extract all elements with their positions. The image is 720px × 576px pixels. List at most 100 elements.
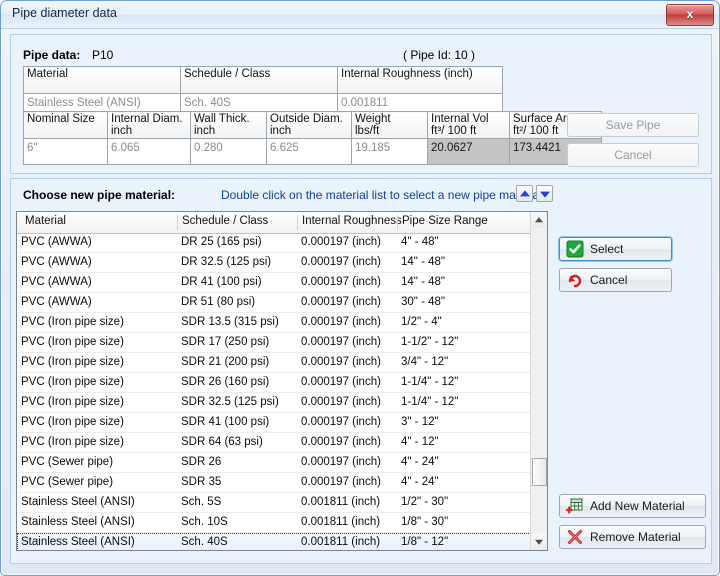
list-item[interactable]: PVC (Iron pipe size) SDR 64 (63 psi) 0.000… xyxy=(17,433,547,453)
list-item[interactable]: PVC (AWWA) DR 25 (165 psi) 0.000197 (inch)… xyxy=(17,233,547,253)
list-item-range: 1/8" - 12" xyxy=(401,536,449,548)
list-item[interactable]: PVC (Iron pipe size) SDR 41 (100 psi) 0.00… xyxy=(17,413,547,433)
cancel-pipe-button[interactable]: Cancel xyxy=(567,143,699,167)
list-item-range: 1-1/4" - 12" xyxy=(401,376,459,388)
list-item-schedule: SDR 41 (100 psi) xyxy=(181,416,270,428)
list-item[interactable]: PVC (Iron pipe size) SDR 17 (250 psi) 0.00… xyxy=(17,333,547,353)
list-item-schedule: Sch. 5S xyxy=(181,496,222,508)
list-item-schedule: SDR 26 xyxy=(181,456,222,468)
list-item-material: PVC (Iron pipe size) xyxy=(21,416,124,428)
header-line1: Outside Diam. xyxy=(270,113,343,125)
header-nominal-size: Nominal Size xyxy=(23,111,108,139)
list-item-schedule: SDR 35 xyxy=(181,476,222,488)
header-line1: Wall Thick. xyxy=(194,113,250,125)
list-item-range: 4" - 24" xyxy=(401,476,439,488)
list-item-range: 30" - 48" xyxy=(401,296,445,308)
list-item-material: PVC (Iron pipe size) xyxy=(21,436,124,448)
list-item[interactable]: PVC (Iron pipe size) SDR 13.5 (315 psi) 0.… xyxy=(17,313,547,333)
scroll-down-button[interactable] xyxy=(531,534,546,550)
pipe-data-label: Pipe data: xyxy=(23,48,81,62)
list-item-material: PVC (Iron pipe size) xyxy=(21,376,124,388)
save-pipe-label: Save Pipe xyxy=(605,118,661,132)
list-item[interactable]: PVC (Iron pipe size) SDR 21 (200 psi) 0.00… xyxy=(17,353,547,373)
list-item-material: PVC (Sewer pipe) xyxy=(21,476,114,488)
list-item-schedule: SDR 21 (200 psi) xyxy=(181,356,270,368)
list-item-material: Stainless Steel (ANSI) xyxy=(21,536,135,548)
list-item-schedule: Sch. 10S xyxy=(181,516,228,528)
scroll-up-button[interactable] xyxy=(531,212,546,228)
list-item-material: PVC (AWWA) xyxy=(21,256,92,268)
close-button[interactable]: x xyxy=(666,4,714,26)
scroll-down-icon xyxy=(534,539,543,545)
list-header-schedule: Schedule / Class xyxy=(177,215,294,230)
list-item-roughness: 0.000197 (inch) xyxy=(301,296,381,308)
choose-material-title: Choose new pipe material: xyxy=(23,188,176,202)
list-item-range: 1/2" - 30" xyxy=(401,496,449,508)
add-new-material-button[interactable]: Add New Material xyxy=(559,494,706,518)
header-schedule: Schedule / Class xyxy=(180,66,338,94)
list-item[interactable]: Stainless Steel (ANSI) Sch. 5S 0.001811 (i… xyxy=(17,493,547,513)
header-line2: ft³/ 100 ft xyxy=(431,125,477,137)
material-list-rows: PVC (AWWA) DR 25 (165 psi) 0.000197 (inch)… xyxy=(17,233,547,550)
add-new-material-label: Add New Material xyxy=(590,499,685,513)
cancel-pipe-label: Cancel xyxy=(614,148,652,162)
list-item[interactable]: PVC (AWWA) DR 41 (100 psi) 0.000197 (inch)… xyxy=(17,273,547,293)
table-value-row: 6" 6.065 0.280 6.625 19.185 20.0627 173.… xyxy=(23,138,602,165)
move-down-button[interactable] xyxy=(536,185,553,202)
list-item-schedule: DR 41 (100 psi) xyxy=(181,276,262,288)
list-item-range: 4" - 12" xyxy=(401,436,439,448)
list-item-range: 3" - 12" xyxy=(401,416,439,428)
close-icon: x xyxy=(686,7,694,21)
list-header-roughness: Internal Roughness xyxy=(297,215,402,230)
material-list-scrollbar[interactable] xyxy=(530,212,547,550)
list-item-material: PVC (Iron pipe size) xyxy=(21,336,124,348)
list-item-roughness: 0.001811 (inch) xyxy=(301,496,381,508)
list-header-size-range: Pipe Size Range xyxy=(397,215,532,230)
list-item[interactable]: PVC (Sewer pipe) SDR 26 0.000197 (inch) 4" … xyxy=(17,453,547,473)
list-item-range: 4" - 24" xyxy=(401,456,439,468)
list-item[interactable]: PVC (AWWA) DR 51 (80 psi) 0.000197 (inch) 3… xyxy=(17,293,547,313)
move-up-button[interactable] xyxy=(516,185,533,202)
list-item-range: 14" - 48" xyxy=(401,256,445,268)
cancel-selection-button[interactable]: Cancel xyxy=(559,268,672,292)
save-pipe-button[interactable]: Save Pipe xyxy=(567,113,699,137)
list-item-roughness: 0.000197 (inch) xyxy=(301,476,381,488)
add-table-icon xyxy=(565,497,584,515)
list-item[interactable]: PVC (Iron pipe size) SDR 32.5 (125 psi) 0.… xyxy=(17,393,547,413)
value-internal-vol: 20.0627 xyxy=(427,138,510,165)
list-item[interactable]: PVC (Iron pipe size) SDR 26 (160 psi) 0.00… xyxy=(17,373,547,393)
header-wall-thick: Wall Thick. inch xyxy=(190,111,267,139)
list-item[interactable]: PVC (AWWA) DR 32.5 (125 psi) 0.000197 (inc… xyxy=(17,253,547,273)
header-line2: inch xyxy=(270,125,292,137)
list-item[interactable]: PVC (Sewer pipe) SDR 35 0.000197 (inch) 4" … xyxy=(17,473,547,493)
triangle-down-icon xyxy=(539,191,550,198)
list-item-roughness: 0.000197 (inch) xyxy=(301,236,381,248)
list-item-material: Stainless Steel (ANSI) xyxy=(21,516,135,528)
remove-material-label: Remove Material xyxy=(590,530,681,544)
list-item[interactable]: Stainless Steel (ANSI) Sch. 40S 0.001811 (… xyxy=(17,533,547,550)
list-item-roughness: 0.000197 (inch) xyxy=(301,456,381,468)
pipe-size-table: Nominal Size Internal Diam. inch Wall Th… xyxy=(23,111,602,165)
scroll-up-icon xyxy=(534,217,543,223)
select-button[interactable]: Select xyxy=(559,237,672,261)
list-item-material: PVC (Iron pipe size) xyxy=(21,316,124,328)
header-outside-diam: Outside Diam. inch xyxy=(266,111,352,139)
header-material: Material xyxy=(23,66,181,94)
list-item-roughness: 0.001811 (inch) xyxy=(301,536,381,548)
list-item-range: 1/8" - 30" xyxy=(401,516,449,528)
list-item-material: Stainless Steel (ANSI) xyxy=(21,496,135,508)
list-item-schedule: SDR 17 (250 psi) xyxy=(181,336,270,348)
material-list[interactable]: Material Schedule / Class Internal Rough… xyxy=(16,211,548,551)
value-weight: 19.185 xyxy=(351,138,428,165)
list-item-range: 4" - 48" xyxy=(401,236,439,248)
scrollbar-thumb[interactable] xyxy=(532,458,547,486)
list-item-roughness: 0.000197 (inch) xyxy=(301,276,381,288)
list-item-schedule: DR 32.5 (125 psi) xyxy=(181,256,272,268)
select-label: Select xyxy=(590,242,624,256)
choose-material-hint: Double click on the material list to sel… xyxy=(221,188,546,202)
list-item-schedule: SDR 26 (160 psi) xyxy=(181,376,270,388)
list-item[interactable]: Stainless Steel (ANSI) Sch. 10S 0.001811 (… xyxy=(17,513,547,533)
material-list-header: Material Schedule / Class Internal Rough… xyxy=(17,212,547,234)
remove-material-button[interactable]: Remove Material xyxy=(559,525,706,549)
list-item-schedule: SDR 64 (63 psi) xyxy=(181,436,263,448)
